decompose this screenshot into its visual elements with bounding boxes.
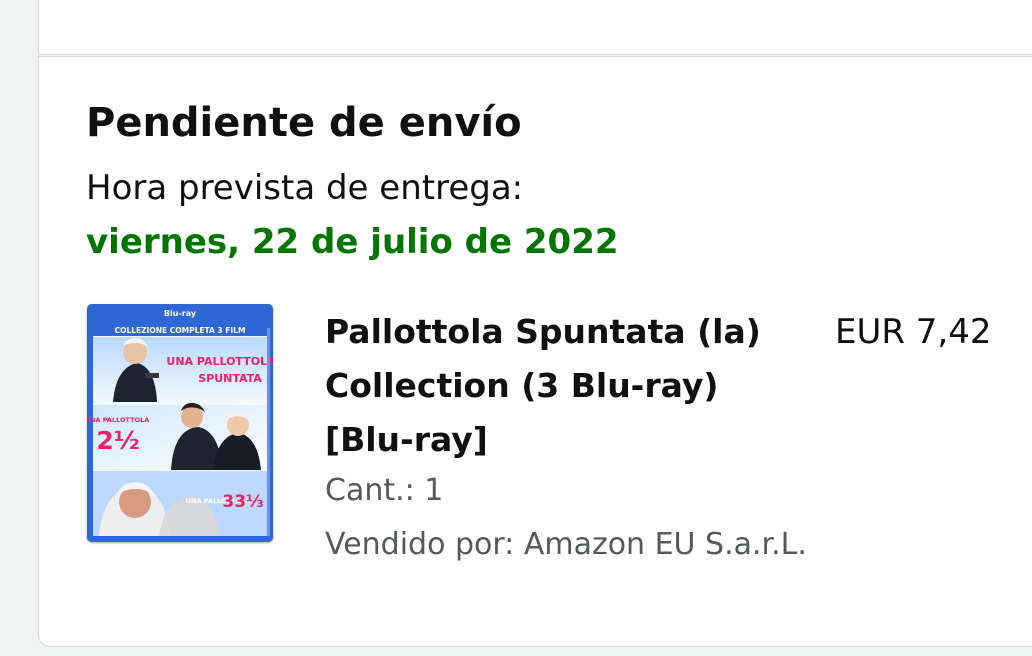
svg-text:UNA PALLOTTOLA: UNA PALLOTTOLA bbox=[87, 416, 149, 424]
bluray-cover-image: Blu-ray COLLEZIONE COMPLETA 3 FILM UNA P… bbox=[87, 304, 273, 542]
previous-card bbox=[38, 0, 1032, 55]
cover-title-line1: UNA PALLOTTOLA bbox=[166, 355, 273, 368]
cover-part-3: 33⅓ bbox=[222, 492, 263, 512]
delivery-date: viernes, 22 de julio de 2022 bbox=[86, 222, 619, 262]
product-price: EUR 7,42 bbox=[835, 312, 992, 352]
cover-part-2: 2½ bbox=[96, 426, 139, 455]
product-title-line3: [Blu-ray] bbox=[325, 420, 488, 459]
product-title-link[interactable]: Pallottola Spuntata (la) Collection (3 B… bbox=[325, 305, 795, 467]
delivery-label: Hora prevista de entrega: bbox=[86, 168, 524, 208]
order-shipment-card: Pendiente de envío Hora prevista de entr… bbox=[38, 56, 1032, 647]
product-image[interactable]: Blu-ray COLLEZIONE COMPLETA 3 FILM UNA P… bbox=[87, 304, 273, 542]
seller-info: Vendido por: Amazon EU S.a.r.L. bbox=[325, 527, 807, 562]
shipment-status-title: Pendiente de envío bbox=[86, 100, 522, 146]
bluray-logo: Blu-ray bbox=[164, 309, 197, 318]
product-title-line1: Pallottola Spuntata (la) bbox=[325, 312, 761, 351]
product-title-line2: Collection (3 Blu-ray) bbox=[325, 366, 719, 405]
cover-title-line2: SPUNTATA bbox=[198, 372, 262, 385]
product-quantity: Cant.: 1 bbox=[325, 473, 444, 508]
page: Pendiente de envío Hora prevista de entr… bbox=[0, 0, 1032, 656]
cover-header: COLLEZIONE COMPLETA 3 FILM bbox=[115, 326, 246, 335]
